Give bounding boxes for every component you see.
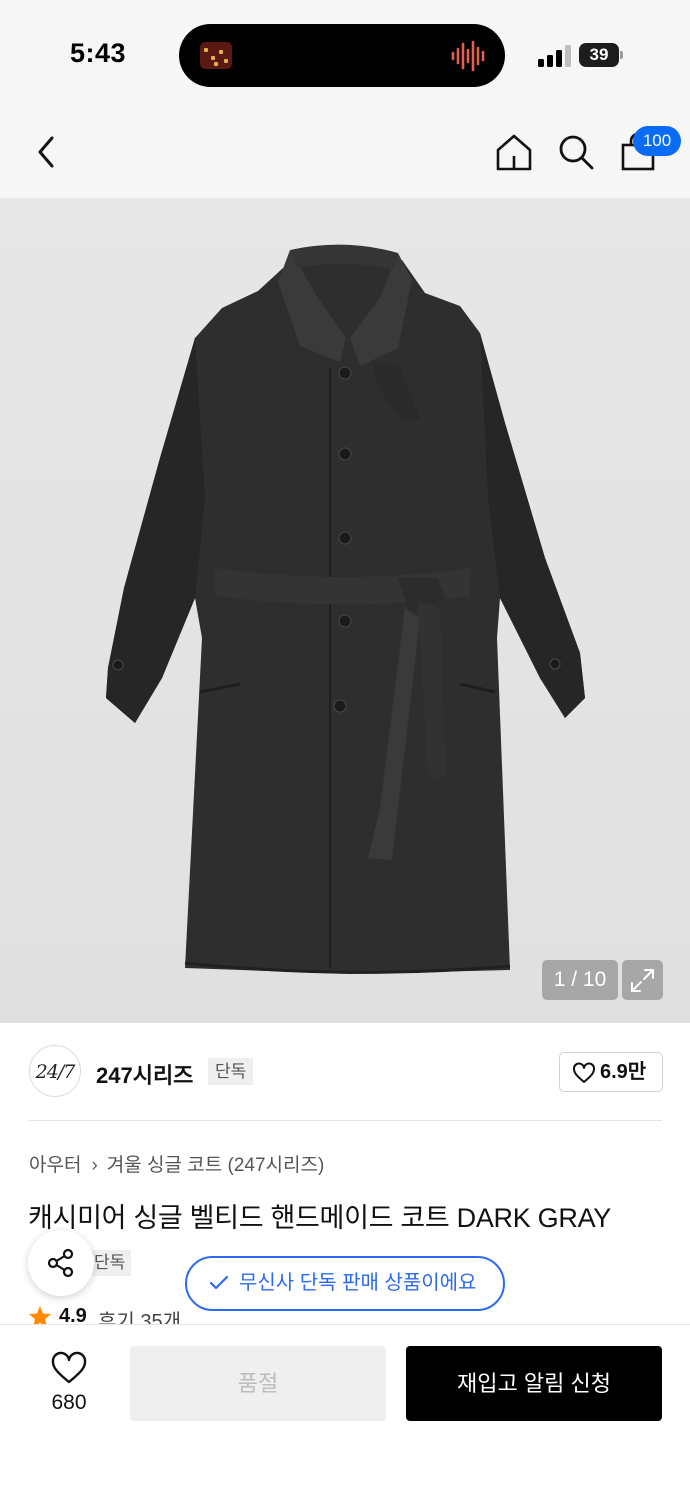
expand-image-button[interactable]	[622, 960, 663, 1000]
search-icon[interactable]	[556, 132, 596, 172]
dynamic-island	[179, 24, 505, 87]
top-navigation: 100	[0, 108, 690, 198]
status-time: 5:43	[70, 38, 127, 68]
brand-like-button[interactable]: 6.9만	[559, 1052, 663, 1092]
back-icon[interactable]	[30, 132, 66, 172]
brand-logo[interactable]: 24/7	[29, 1045, 81, 1097]
product-image-gallery[interactable]	[0, 198, 690, 1023]
expand-icon	[631, 969, 654, 992]
audio-waveform-icon	[451, 40, 485, 72]
status-bar: 5:43 39	[0, 0, 690, 108]
heart-icon	[573, 1062, 595, 1083]
cellular-signal-icon	[538, 45, 571, 67]
battery-indicator: 39	[579, 43, 623, 67]
bottom-action-bar: 680 품절 재입고 알림 신청	[0, 1324, 690, 1500]
wishlist-button[interactable]: 680	[28, 1347, 110, 1427]
share-icon	[47, 1248, 74, 1278]
wishlist-count: 680	[51, 1391, 87, 1414]
home-icon[interactable]	[494, 132, 534, 172]
restock-alert-button[interactable]: 재입고 알림 신청	[406, 1346, 662, 1421]
breadcrumb-subcategory[interactable]: 겨울 싱글 코트 (247시리즈)	[107, 1155, 325, 1176]
product-image	[0, 198, 690, 1023]
heart-icon	[51, 1351, 87, 1384]
brand-like-count: 6.9만	[600, 1061, 647, 1083]
share-button[interactable]	[28, 1230, 94, 1296]
product-exclusive-badge: 단독	[88, 1250, 132, 1276]
exclusive-tag: 단독	[208, 1058, 254, 1085]
battery-level: 39	[579, 43, 619, 67]
sold-out-button: 품절	[130, 1346, 386, 1421]
exclusive-notice-text: 무신사 단독 판매 상품이에요	[239, 1272, 477, 1294]
brand-name[interactable]: 247시리즈	[96, 1058, 193, 1090]
breadcrumb-category[interactable]: 아우터	[29, 1155, 81, 1176]
exclusive-notice-pill: 무신사 단독 판매 상품이에요	[185, 1256, 505, 1311]
check-icon	[209, 1275, 229, 1290]
chevron-right-icon: ›	[91, 1155, 98, 1176]
divider	[28, 1120, 662, 1121]
image-counter: 1 / 10	[542, 960, 618, 1000]
breadcrumb: 아우터 › 겨울 싱글 코트 (247시리즈)	[29, 1150, 324, 1177]
cart-count-badge: 100	[633, 126, 681, 156]
now-playing-artwork	[200, 42, 232, 69]
product-title: 캐시미어 싱글 벨티드 핸드메이드 코트 DARK GRAY	[28, 1203, 611, 1233]
